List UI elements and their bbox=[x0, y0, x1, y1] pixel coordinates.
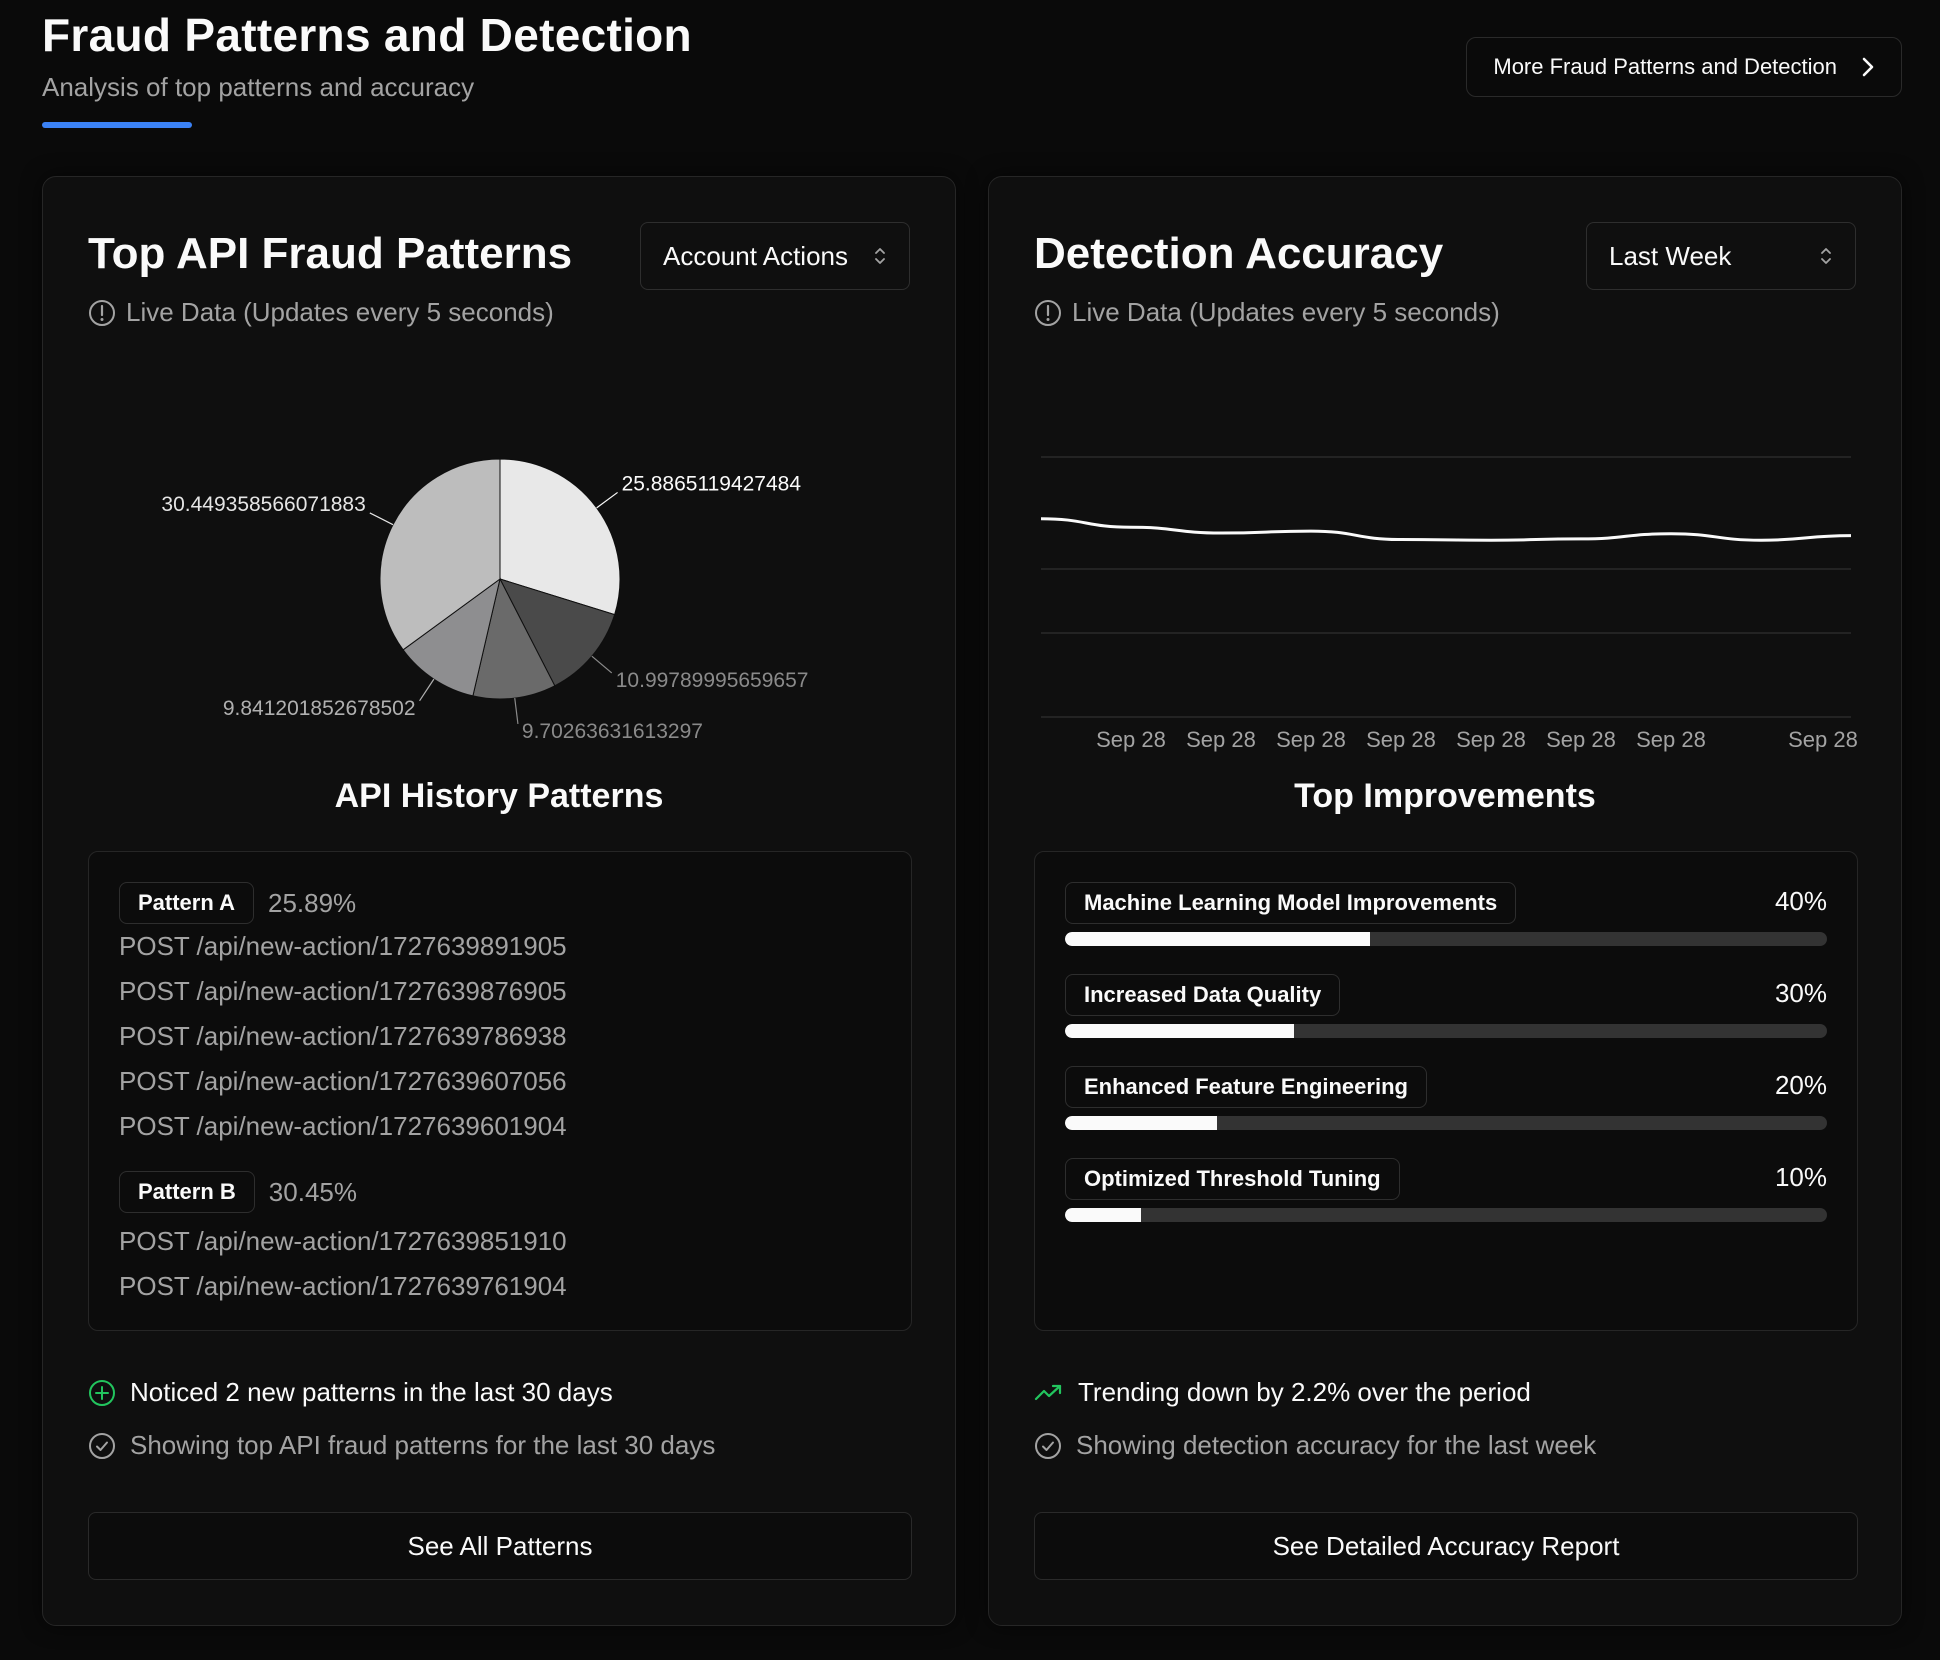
improvement-percent: 20% bbox=[1774, 1070, 1827, 1100]
x-tick-label: Sep 28 bbox=[1096, 727, 1166, 752]
x-tick-label: Sep 28 bbox=[1456, 727, 1526, 752]
pie-label-leader bbox=[596, 491, 618, 509]
pie-slice-label: 25.8865119427484 bbox=[622, 472, 802, 495]
progress-fill bbox=[1065, 1024, 1294, 1038]
endpoint-item: POST /api/new-action/1727639607056 bbox=[119, 1066, 567, 1096]
improvement-label: Enhanced Feature Engineering bbox=[1065, 1066, 1427, 1108]
period-note: Showing detection accuracy for the last … bbox=[1034, 1430, 1596, 1461]
pie-label-leader bbox=[369, 512, 394, 526]
period-label: Showing top API fraud patterns for the l… bbox=[130, 1430, 716, 1460]
page-title: Fraud Patterns and Detection bbox=[42, 9, 692, 61]
page-header: Fraud Patterns and Detection Analysis of… bbox=[42, 0, 1902, 140]
time-range-select[interactable]: Last Week bbox=[1586, 222, 1856, 290]
api-history-title: API History Patterns bbox=[334, 777, 664, 815]
api-history-list: Pattern A 25.89% POST /api/new-action/17… bbox=[88, 851, 912, 1331]
improvement-percent: 40% bbox=[1774, 886, 1827, 916]
live-data-label: Live Data (Updates every 5 seconds) bbox=[1072, 297, 1500, 327]
improvement-item: Machine Learning Model Improvements 40% bbox=[1065, 882, 1827, 974]
pie-label-leader bbox=[419, 678, 435, 702]
more-fraud-patterns-button[interactable]: More Fraud Patterns and Detection bbox=[1466, 37, 1902, 97]
pattern-percent: 30.45% bbox=[268, 1176, 357, 1207]
see-all-patterns-button[interactable]: See All Patterns bbox=[88, 1512, 912, 1580]
detection-accuracy-line-chart: Sep 28 Sep 28 Sep 28 Sep 28 Sep 28 Sep 28 Sep … bbox=[1040, 456, 1858, 752]
chevron-up-down-icon bbox=[1821, 248, 1831, 264]
select-value: Account Actions bbox=[663, 240, 848, 271]
live-data-note: Live Data (Updates every 5 seconds) bbox=[88, 297, 554, 328]
x-tick-label: Sep 28 bbox=[1276, 727, 1346, 752]
chevron-right-icon bbox=[1862, 57, 1874, 77]
progress-track bbox=[1065, 1208, 1827, 1222]
new-patterns-note: Noticed 2 new patterns in the last 30 da… bbox=[88, 1377, 613, 1408]
pattern-type-select[interactable]: Account Actions bbox=[640, 222, 910, 290]
improvement-percent: 10% bbox=[1774, 1162, 1827, 1192]
period-note: Showing top API fraud patterns for the l… bbox=[88, 1430, 715, 1461]
live-data-note: Live Data (Updates every 5 seconds) bbox=[1034, 297, 1500, 328]
top-improvements-title: Top Improvements bbox=[1294, 777, 1596, 815]
improvement-item: Optimized Threshold Tuning 10% bbox=[1065, 1158, 1827, 1250]
pie-slice-label: 10.99789995659657 bbox=[616, 669, 809, 692]
check-circle-icon bbox=[1035, 1432, 1061, 1459]
x-tick-label: Sep 28 bbox=[1186, 727, 1256, 752]
trending-icon bbox=[1034, 1384, 1062, 1400]
api-fraud-patterns-card: Top API Fraud Patterns Account Actions L… bbox=[42, 176, 956, 1626]
improvement-label: Increased Data Quality bbox=[1065, 974, 1341, 1016]
progress-fill bbox=[1065, 932, 1370, 946]
page-subtitle: Analysis of top patterns and accuracy bbox=[42, 72, 475, 102]
endpoint-item: POST /api/new-action/1727639851910 bbox=[119, 1226, 567, 1256]
select-value: Last Week bbox=[1609, 240, 1732, 271]
pie-slice-label: 9.70263631613297 bbox=[522, 720, 703, 743]
fraud-pattern-pie-chart: 25.8865119427484 10.99789995659657 9.70263… bbox=[161, 458, 809, 743]
endpoint-item: POST /api/new-action/1727639761904 bbox=[119, 1271, 567, 1301]
card-title: Detection Accuracy bbox=[1034, 229, 1444, 278]
progress-fill bbox=[1065, 1116, 1218, 1130]
pie-label-leader bbox=[591, 655, 613, 674]
pattern-percent: 25.89% bbox=[267, 887, 357, 918]
card-title: Top API Fraud Patterns bbox=[88, 229, 573, 278]
info-circle-icon bbox=[89, 299, 115, 326]
title-accent-underline bbox=[42, 122, 192, 128]
improvement-label: Machine Learning Model Improvements bbox=[1065, 882, 1517, 924]
pie-slice-label: 9.841201852678502 bbox=[223, 697, 416, 720]
new-patterns-label: Noticed 2 new patterns in the last 30 da… bbox=[130, 1377, 613, 1407]
detection-accuracy-card: Detection Accuracy Last Week Live Data (… bbox=[988, 176, 1902, 1626]
trend-note: Trending down by 2.2% over the period bbox=[1034, 1377, 1531, 1408]
x-tick-label: Sep 28 bbox=[1788, 727, 1858, 752]
endpoint-item: POST /api/new-action/1727639786938 bbox=[119, 1021, 567, 1051]
progress-track bbox=[1065, 1116, 1827, 1130]
pattern-badge: Pattern B bbox=[119, 1171, 255, 1213]
improvement-label: Optimized Threshold Tuning bbox=[1065, 1158, 1400, 1200]
trend-label: Trending down by 2.2% over the period bbox=[1078, 1377, 1531, 1407]
improvement-item: Increased Data Quality 30% bbox=[1065, 974, 1827, 1066]
x-tick-label: Sep 28 bbox=[1366, 727, 1436, 752]
pattern-header: Pattern B 30.45% bbox=[119, 1171, 911, 1213]
progress-track bbox=[1065, 1024, 1827, 1038]
plus-circle-icon bbox=[89, 1379, 115, 1406]
period-label: Showing detection accuracy for the last … bbox=[1076, 1430, 1597, 1460]
more-button-label: More Fraud Patterns and Detection bbox=[1493, 54, 1837, 79]
see-accuracy-report-button[interactable]: See Detailed Accuracy Report bbox=[1034, 1512, 1858, 1580]
live-data-label: Live Data (Updates every 5 seconds) bbox=[126, 297, 554, 327]
pie-label-leader bbox=[514, 698, 519, 724]
x-tick-label: Sep 28 bbox=[1636, 727, 1706, 752]
progress-track bbox=[1065, 932, 1827, 946]
improvement-percent: 30% bbox=[1774, 978, 1827, 1008]
improvements-list: Machine Learning Model Improvements 40% … bbox=[1034, 851, 1858, 1331]
x-tick-label: Sep 28 bbox=[1546, 727, 1616, 752]
chevron-up-down-icon bbox=[875, 248, 885, 264]
pattern-header: Pattern A 25.89% bbox=[119, 882, 911, 924]
accuracy-series-line bbox=[1040, 517, 1852, 542]
endpoint-item: POST /api/new-action/1727639876905 bbox=[119, 976, 567, 1006]
check-circle-icon bbox=[89, 1432, 115, 1459]
progress-fill bbox=[1065, 1208, 1142, 1222]
endpoint-item: POST /api/new-action/1727639601904 bbox=[119, 1111, 567, 1141]
info-circle-icon bbox=[1035, 299, 1061, 326]
endpoint-item: POST /api/new-action/1727639891905 bbox=[119, 931, 567, 961]
pattern-badge: Pattern A bbox=[119, 882, 254, 924]
pie-slice-label: 30.449358566071883 bbox=[161, 493, 365, 516]
improvement-item: Enhanced Feature Engineering 20% bbox=[1065, 1066, 1827, 1158]
